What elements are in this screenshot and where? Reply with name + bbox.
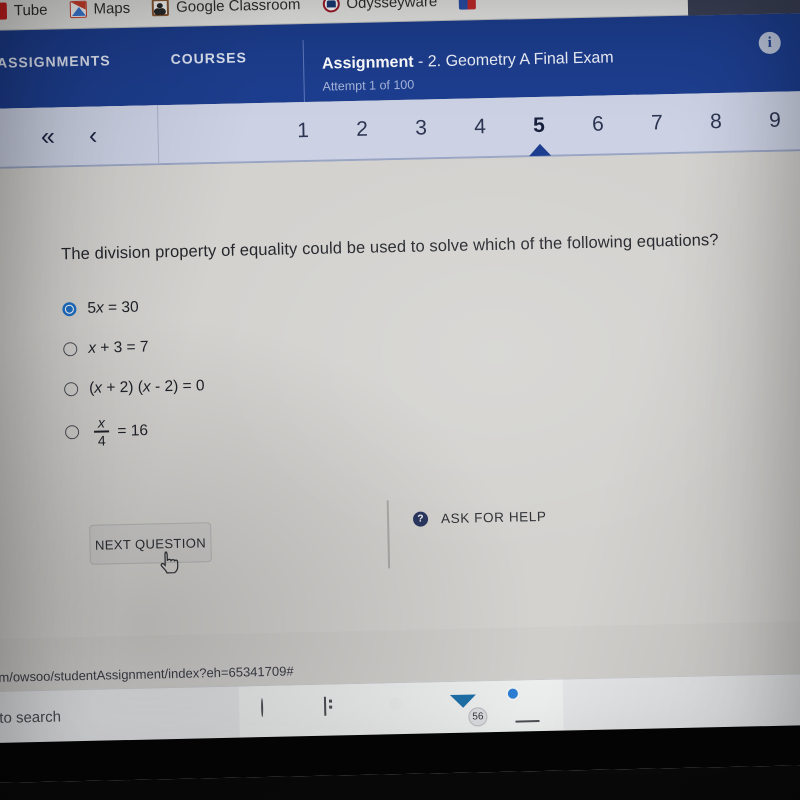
next-question-button[interactable]: NEXT QUESTION: [89, 522, 212, 565]
question-number-1[interactable]: 1: [273, 101, 333, 160]
odysseyware-icon: [322, 0, 340, 13]
ask-for-help-button[interactable]: ? ASK FOR HELP: [412, 508, 547, 527]
status-bar-url: m/owsoo/studentAssignment/index?eh=65341…: [0, 661, 300, 687]
chrome-icon[interactable]: [513, 693, 542, 723]
bookmark-label: Maps: [93, 0, 131, 18]
answer-options: 5x = 30 x + 3 = 7 (x + 2) (x - 2) = 0 x4…: [62, 277, 625, 455]
mail-icon[interactable]: 56: [450, 694, 488, 727]
bookmark-maps[interactable]: Maps: [69, 0, 131, 19]
question-number-7[interactable]: 7: [627, 94, 687, 153]
question-number-8[interactable]: 8: [686, 92, 746, 151]
radio-button-d[interactable]: [64, 425, 80, 440]
question-content: The division property of equality could …: [0, 150, 800, 639]
question-nav-controls: « ‹: [0, 105, 160, 168]
youtube-icon: [0, 2, 8, 20]
radio-button-a[interactable]: [62, 302, 77, 317]
attempt-status: Attempt 1 of 100: [322, 77, 415, 94]
fraction-x-over-4: x4: [94, 413, 110, 449]
active-app-indicator: [515, 719, 540, 723]
question-number-5[interactable]: 5: [509, 96, 569, 155]
cortana-icon[interactable]: [260, 697, 290, 727]
vertical-divider: [386, 500, 390, 569]
radio-button-b[interactable]: [63, 342, 78, 357]
answer-label-d: x4 = 16: [90, 414, 149, 448]
question-number-3[interactable]: 3: [391, 99, 451, 158]
assignment-title-row: Assignment - 2. Geometry A Final Exam: [322, 49, 614, 73]
question-number-2[interactable]: 2: [332, 100, 392, 159]
answer-label-b: x + 3 = 7: [88, 338, 149, 357]
fraction-denominator: 4: [97, 432, 106, 449]
question-prompt: The division property of equality could …: [61, 231, 719, 264]
maps-icon: [69, 0, 87, 19]
header-nav: ASSIGNMENTS COURSES: [0, 25, 248, 109]
bookmark-google-classroom[interactable]: Google Classroom: [151, 0, 301, 17]
answer-label-a: 5x = 30: [87, 298, 139, 317]
bookmark-label: Google Classroom: [175, 0, 301, 16]
question-number-6[interactable]: 6: [568, 95, 628, 154]
screen-area: Tube Maps Google Classroom Odysseyware ▪…: [0, 0, 800, 783]
edge-icon[interactable]: [387, 695, 416, 724]
assignment-name: - 2. Geometry A Final Exam: [413, 49, 614, 71]
bookmark-flag[interactable]: [459, 0, 477, 10]
question-number-9[interactable]: 9: [745, 91, 800, 150]
fraction-numerator: x: [97, 413, 106, 431]
bookmark-youtube[interactable]: Tube: [0, 2, 48, 20]
bookmark-label: Tube: [13, 1, 48, 20]
photo-of-screen: Tube Maps Google Classroom Odysseyware ▪…: [0, 0, 800, 800]
task-view-icon[interactable]: [323, 696, 353, 726]
nav-assignments[interactable]: ASSIGNMENTS: [0, 52, 111, 70]
previous-question-icon[interactable]: ‹: [89, 121, 98, 149]
assignment-info: Assignment - 2. Geometry A Final Exam At…: [302, 33, 615, 103]
mail-unread-badge: 56: [468, 706, 488, 727]
ask-for-help-label: ASK FOR HELP: [440, 508, 547, 527]
nav-courses[interactable]: COURSES: [170, 49, 247, 67]
question-mark-icon: ?: [412, 511, 429, 527]
fraction-tail: = 16: [112, 421, 149, 440]
info-icon[interactable]: i: [758, 31, 781, 55]
assignment-label: Assignment: [321, 53, 414, 73]
answer-label-c: (x + 2) (x - 2) = 0: [88, 377, 205, 397]
flag-icon: [459, 0, 477, 10]
taskbar-search-input[interactable]: to search: [0, 708, 61, 726]
bookmark-label: Odysseyware: [346, 0, 438, 13]
bookmark-odysseyware[interactable]: Odysseyware: [322, 0, 437, 13]
question-number-4[interactable]: 4: [450, 98, 510, 157]
radio-button-c[interactable]: [63, 382, 79, 397]
classroom-icon: [151, 0, 170, 17]
first-question-icon[interactable]: «: [41, 122, 56, 150]
